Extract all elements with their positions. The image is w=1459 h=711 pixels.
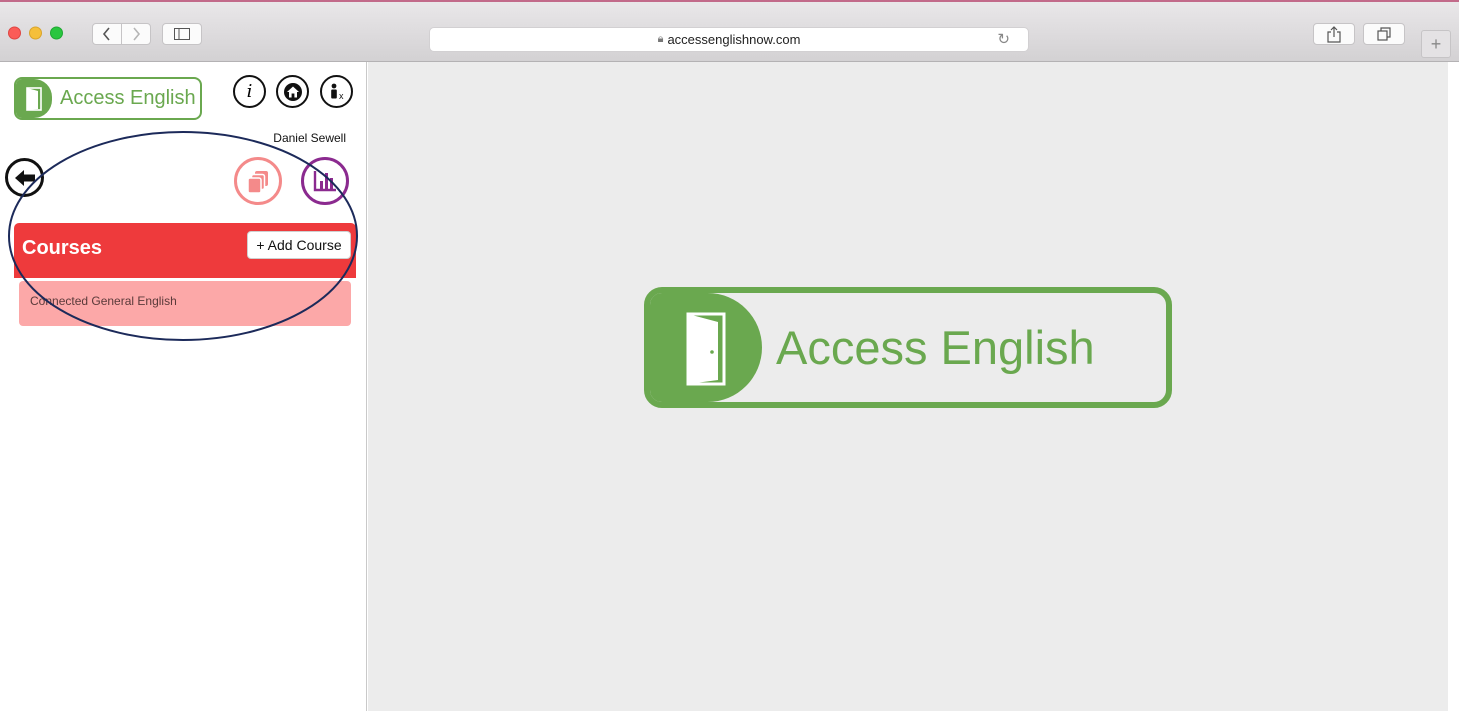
decks-icon[interactable] [234, 157, 282, 205]
close-window-button[interactable] [8, 26, 21, 40]
info-icon[interactable]: i [233, 75, 266, 108]
plus-icon: + [1430, 33, 1442, 54]
tab-overview-button[interactable] [1363, 23, 1405, 45]
door-icon [650, 293, 762, 402]
window-edge [1448, 62, 1459, 711]
minimize-window-button[interactable] [29, 26, 42, 40]
forward-button[interactable] [121, 23, 151, 45]
zoom-window-button[interactable] [50, 26, 63, 40]
course-list-item[interactable]: Connected General English [19, 281, 351, 326]
share-button[interactable] [1313, 23, 1355, 45]
logo-text-large: Access English [776, 321, 1095, 374]
add-course-button[interactable]: + Add Course [247, 231, 351, 259]
address-bar[interactable]: 🔒︎ accessenglishnow.com ↻ [429, 27, 1029, 52]
access-english-logo[interactable]: Access English [14, 77, 202, 120]
door-icon [16, 79, 52, 118]
sidebar-toggle-button[interactable] [162, 23, 202, 45]
lock-icon: 🔒︎ [657, 33, 664, 45]
sidebar-icon [174, 28, 190, 40]
user-name: Daniel Sewell [273, 131, 346, 145]
stats-icon[interactable] [301, 157, 349, 205]
share-icon [1327, 25, 1341, 43]
courses-title: Courses [22, 237, 103, 259]
new-tab-button[interactable]: + [1421, 30, 1451, 58]
accessibility-icon[interactable]: x [320, 75, 353, 108]
access-english-logo-large: Access English [644, 287, 1172, 408]
browser-toolbar: 🔒︎ accessenglishnow.com ↻ + [0, 0, 1459, 62]
courses-panel-header: Courses + Add Course [14, 223, 356, 278]
chevron-left-icon [102, 27, 110, 41]
tabs-icon [1376, 26, 1391, 41]
main-content: Access English [368, 62, 1448, 711]
home-icon[interactable] [276, 75, 309, 108]
svg-text:x: x [339, 91, 344, 101]
sidebar: Access English i x Daniel Sewell Courses… [0, 62, 367, 711]
back-button[interactable] [92, 23, 122, 45]
logo-text: Access English [60, 87, 196, 109]
back-arrow-icon[interactable] [5, 158, 44, 197]
reload-icon[interactable]: ↻ [997, 30, 1010, 48]
url-text: accessenglishnow.com [667, 32, 801, 47]
chevron-right-icon [133, 27, 141, 41]
